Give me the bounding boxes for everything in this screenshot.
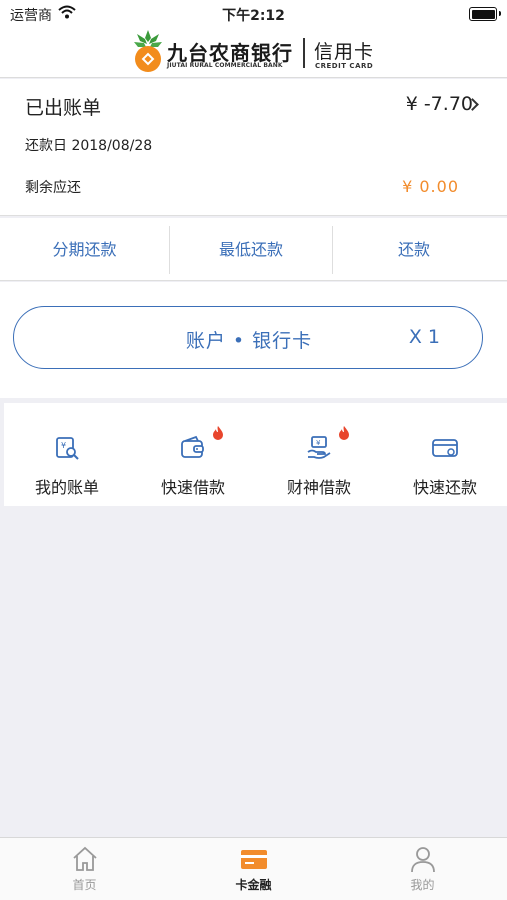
repay-button[interactable]: 还款 xyxy=(333,218,495,281)
minimum-repay-button[interactable]: 最低还款 xyxy=(170,218,332,281)
quick-link-label: 快速还款 xyxy=(412,478,477,497)
account-section: 账户 • 银行卡 X 1 xyxy=(0,282,507,398)
hand-money-icon: ¥ xyxy=(306,435,332,461)
bank-logo-icon xyxy=(131,28,165,74)
quick-link-fast-repay[interactable]: 快速还款 xyxy=(382,403,507,506)
hot-flame-icon xyxy=(212,425,224,440)
battery-icon xyxy=(469,7,501,21)
remaining-label: 剩余应还 xyxy=(25,180,81,196)
quick-link-fast-loan[interactable]: 快速借款 xyxy=(130,403,256,506)
card-type-en: CREDIT CARD xyxy=(315,62,374,70)
status-time: 下午2:12 xyxy=(222,8,285,24)
bottom-tab-bar: 首页 卡金融 我的 xyxy=(0,837,507,900)
bill-title: 已出账单 xyxy=(25,97,102,119)
card-repay-icon xyxy=(432,435,458,461)
installment-repay-button[interactable]: 分期还款 xyxy=(0,218,169,281)
bill-search-icon: ¥ xyxy=(54,435,80,461)
quick-link-caishen-loan[interactable]: ¥ 财神借款 xyxy=(256,403,382,506)
quick-links: ¥ 我的账单 快速借款 ¥ 财神借款 快速还款 xyxy=(4,403,507,506)
hot-flame-icon xyxy=(338,425,350,440)
card-icon xyxy=(240,845,268,873)
status-bar: 运营商 下午2:12 xyxy=(0,0,507,28)
quick-link-label: 我的账单 xyxy=(34,478,99,497)
bill-summary-card[interactable]: 已出账单 ¥ -7.70 还款日 2018/08/28 剩余应还 ¥ 0.00 xyxy=(0,79,507,216)
quick-link-label: 财神借款 xyxy=(286,478,351,497)
account-bank-card-button[interactable]: 账户 • 银行卡 X 1 xyxy=(13,306,483,369)
bank-name-en: JIUTAI RURAL COMMERCIAL BANK xyxy=(167,62,283,69)
tab-mine[interactable]: 我的 xyxy=(338,838,507,900)
home-icon xyxy=(71,845,99,873)
tab-label: 首页 xyxy=(72,878,97,892)
wallet-icon xyxy=(180,435,206,461)
tab-label: 卡金融 xyxy=(235,878,272,892)
header-divider xyxy=(303,38,305,68)
quick-link-label: 快速借款 xyxy=(160,478,225,497)
account-count: X 1 xyxy=(408,326,440,348)
tab-card-finance[interactable]: 卡金融 xyxy=(169,838,338,900)
bill-amount: ¥ -7.70 xyxy=(405,93,473,115)
tab-home[interactable]: 首页 xyxy=(0,838,169,900)
remaining-value: ¥ 0.00 xyxy=(402,177,459,196)
tab-label: 我的 xyxy=(410,878,435,892)
svg-text:¥: ¥ xyxy=(316,439,321,447)
quick-link-my-bill[interactable]: ¥ 我的账单 xyxy=(4,403,130,506)
brand-header: 九台农商银行 JIUTAI RURAL COMMERCIAL BANK 信用卡 … xyxy=(0,28,507,78)
repayment-actions: 分期还款 最低还款 还款 xyxy=(0,218,507,281)
card-type: 信用卡 xyxy=(314,41,375,63)
svg-text:¥: ¥ xyxy=(61,441,66,450)
due-date: 还款日 2018/08/28 xyxy=(25,138,153,154)
user-icon xyxy=(409,845,437,873)
